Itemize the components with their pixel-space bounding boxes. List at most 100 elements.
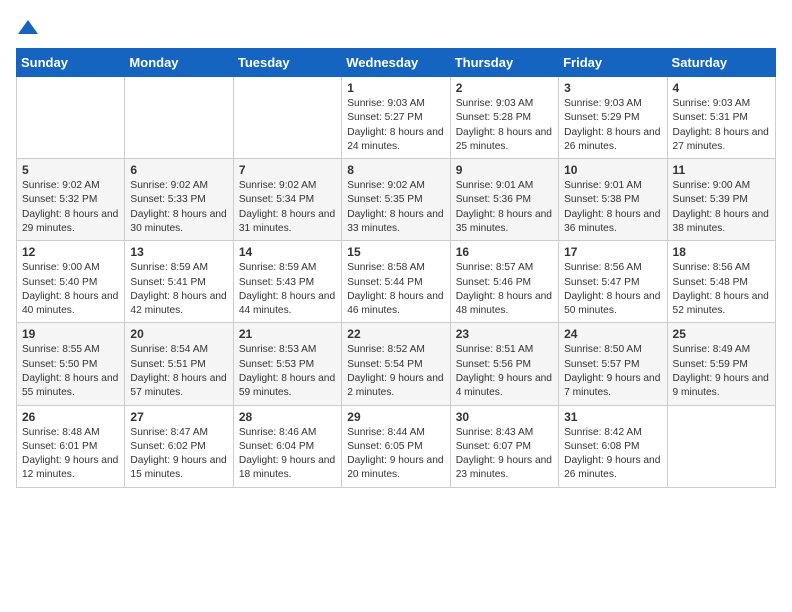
calendar-cell: 7 Sunrise: 9:02 AM Sunset: 5:34 PM Daylig… (233, 159, 341, 241)
calendar-cell (667, 405, 775, 487)
calendar-header-row: SundayMondayTuesdayWednesdayThursdayFrid… (17, 49, 776, 77)
cell-content: Sunrise: 9:03 AM Sunset: 5:31 PM Dayligh… (673, 97, 770, 154)
cell-content: Sunrise: 8:58 AM Sunset: 5:44 PM Dayligh… (347, 261, 444, 318)
day-number: 29 (347, 410, 444, 424)
calendar-cell: 13 Sunrise: 8:59 AM Sunset: 5:41 PM Dayli… (125, 241, 233, 323)
day-number: 20 (130, 327, 227, 341)
calendar-cell: 21Sunrise: 8:53 AM Sunset: 5:53 PM Dayli… (233, 323, 341, 405)
calendar-cell: 24 Sunrise: 8:50 AM Sunset: 5:57 PM Dayli… (559, 323, 667, 405)
calendar-cell: 23 Sunrise: 8:51 AM Sunset: 5:56 PM Dayli… (450, 323, 558, 405)
calendar-cell (17, 77, 125, 159)
day-number: 5 (22, 163, 119, 177)
calendar-cell: 11 Sunrise: 9:00 AM Sunset: 5:39 PM Dayli… (667, 159, 775, 241)
calendar-cell: 10 Sunrise: 9:01 AM Sunset: 5:38 PM Dayli… (559, 159, 667, 241)
calendar-cell: 30Sunrise: 8:43 AM Sunset: 6:07 PM Dayli… (450, 405, 558, 487)
calendar-cell: 29 Sunrise: 8:44 AM Sunset: 6:05 PM Dayli… (342, 405, 450, 487)
day-number: 15 (347, 245, 444, 259)
day-number: 31 (564, 410, 661, 424)
calendar-cell: 1 Sunrise: 9:03 AM Sunset: 5:27 PM Daylig… (342, 77, 450, 159)
day-header-saturday: Saturday (667, 49, 775, 77)
calendar-cell: 15 Sunrise: 8:58 AM Sunset: 5:44 PM Dayli… (342, 241, 450, 323)
cell-content: Sunrise: 8:56 AM Sunset: 5:48 PM Dayligh… (673, 261, 770, 318)
cell-content: Sunrise: 9:03 AM Sunset: 5:27 PM Dayligh… (347, 97, 444, 154)
calendar-cell: 5 Sunrise: 9:02 AM Sunset: 5:32 PM Daylig… (17, 159, 125, 241)
cell-content: Sunrise: 9:01 AM Sunset: 5:36 PM Dayligh… (456, 179, 553, 236)
cell-content: Sunrise: 8:49 AM Sunset: 5:59 PM Dayligh… (673, 343, 770, 400)
cell-content: Sunrise: 9:02 AM Sunset: 5:35 PM Dayligh… (347, 179, 444, 236)
calendar-week-row: 12 Sunrise: 9:00 AM Sunset: 5:40 PM Dayli… (17, 241, 776, 323)
calendar-cell: 27Sunrise: 8:47 AM Sunset: 6:02 PM Dayli… (125, 405, 233, 487)
calendar-cell: 2Sunrise: 9:03 AM Sunset: 5:28 PM Daylig… (450, 77, 558, 159)
day-number: 9 (456, 163, 553, 177)
day-number: 14 (239, 245, 336, 259)
calendar-cell: 18 Sunrise: 8:56 AM Sunset: 5:48 PM Dayli… (667, 241, 775, 323)
day-number: 21 (239, 327, 336, 341)
calendar-cell: 26 Sunrise: 8:48 AM Sunset: 6:01 PM Dayli… (17, 405, 125, 487)
calendar-cell: 14 Sunrise: 8:59 AM Sunset: 5:43 PM Dayli… (233, 241, 341, 323)
day-header-sunday: Sunday (17, 49, 125, 77)
cell-content: Sunrise: 9:02 AM Sunset: 5:34 PM Dayligh… (239, 179, 336, 236)
cell-content: Sunrise: 9:00 AM Sunset: 5:39 PM Dayligh… (673, 179, 770, 236)
calendar-week-row: 26 Sunrise: 8:48 AM Sunset: 6:01 PM Dayli… (17, 405, 776, 487)
calendar-week-row: 5 Sunrise: 9:02 AM Sunset: 5:32 PM Daylig… (17, 159, 776, 241)
calendar-cell: 16 Sunrise: 8:57 AM Sunset: 5:46 PM Dayli… (450, 241, 558, 323)
day-number: 24 (564, 327, 661, 341)
cell-content: Sunrise: 9:01 AM Sunset: 5:38 PM Dayligh… (564, 179, 661, 236)
day-header-thursday: Thursday (450, 49, 558, 77)
day-number: 17 (564, 245, 661, 259)
calendar-table: SundayMondayTuesdayWednesdayThursdayFrid… (16, 48, 776, 488)
day-header-tuesday: Tuesday (233, 49, 341, 77)
cell-content: Sunrise: 8:59 AM Sunset: 5:43 PM Dayligh… (239, 261, 336, 318)
day-number: 4 (673, 81, 770, 95)
cell-content: Sunrise: 8:48 AM Sunset: 6:01 PM Dayligh… (22, 426, 119, 483)
cell-content: Sunrise: 8:47 AM Sunset: 6:02 PM Dayligh… (130, 426, 227, 483)
cell-content: Sunrise: 8:56 AM Sunset: 5:47 PM Dayligh… (564, 261, 661, 318)
cell-content: Sunrise: 8:44 AM Sunset: 6:05 PM Dayligh… (347, 426, 444, 483)
day-number: 25 (673, 327, 770, 341)
cell-content: Sunrise: 8:46 AM Sunset: 6:04 PM Dayligh… (239, 426, 336, 483)
cell-content: Sunrise: 8:50 AM Sunset: 5:57 PM Dayligh… (564, 343, 661, 400)
day-header-wednesday: Wednesday (342, 49, 450, 77)
cell-content: Sunrise: 8:42 AM Sunset: 6:08 PM Dayligh… (564, 426, 661, 483)
cell-content: Sunrise: 8:57 AM Sunset: 5:46 PM Dayligh… (456, 261, 553, 318)
logo (16, 16, 44, 40)
day-number: 1 (347, 81, 444, 95)
calendar-cell: 20 Sunrise: 8:54 AM Sunset: 5:51 PM Dayli… (125, 323, 233, 405)
calendar-cell: 19Sunrise: 8:55 AM Sunset: 5:50 PM Dayli… (17, 323, 125, 405)
calendar-cell (125, 77, 233, 159)
cell-content: Sunrise: 8:52 AM Sunset: 5:54 PM Dayligh… (347, 343, 444, 400)
calendar-cell: 3Sunrise: 9:03 AM Sunset: 5:29 PM Daylig… (559, 77, 667, 159)
calendar-week-row: 19Sunrise: 8:55 AM Sunset: 5:50 PM Dayli… (17, 323, 776, 405)
day-number: 7 (239, 163, 336, 177)
calendar-cell: 22 Sunrise: 8:52 AM Sunset: 5:54 PM Dayli… (342, 323, 450, 405)
calendar-week-row: 1 Sunrise: 9:03 AM Sunset: 5:27 PM Daylig… (17, 77, 776, 159)
day-number: 12 (22, 245, 119, 259)
day-number: 10 (564, 163, 661, 177)
calendar-cell: 6Sunrise: 9:02 AM Sunset: 5:33 PM Daylig… (125, 159, 233, 241)
calendar-cell: 8Sunrise: 9:02 AM Sunset: 5:35 PM Daylig… (342, 159, 450, 241)
day-number: 22 (347, 327, 444, 341)
cell-content: Sunrise: 9:02 AM Sunset: 5:32 PM Dayligh… (22, 179, 119, 236)
day-number: 28 (239, 410, 336, 424)
day-number: 18 (673, 245, 770, 259)
day-number: 3 (564, 81, 661, 95)
day-number: 23 (456, 327, 553, 341)
day-number: 30 (456, 410, 553, 424)
calendar-cell: 31 Sunrise: 8:42 AM Sunset: 6:08 PM Dayli… (559, 405, 667, 487)
calendar-cell: 4 Sunrise: 9:03 AM Sunset: 5:31 PM Daylig… (667, 77, 775, 159)
day-number: 19 (22, 327, 119, 341)
cell-content: Sunrise: 8:51 AM Sunset: 5:56 PM Dayligh… (456, 343, 553, 400)
calendar-cell: 12 Sunrise: 9:00 AM Sunset: 5:40 PM Dayli… (17, 241, 125, 323)
day-number: 6 (130, 163, 227, 177)
day-number: 16 (456, 245, 553, 259)
cell-content: Sunrise: 8:54 AM Sunset: 5:51 PM Dayligh… (130, 343, 227, 400)
day-header-monday: Monday (125, 49, 233, 77)
day-number: 13 (130, 245, 227, 259)
day-header-friday: Friday (559, 49, 667, 77)
day-number: 26 (22, 410, 119, 424)
cell-content: Sunrise: 8:59 AM Sunset: 5:41 PM Dayligh… (130, 261, 227, 318)
cell-content: Sunrise: 9:00 AM Sunset: 5:40 PM Dayligh… (22, 261, 119, 318)
calendar-cell: 17 Sunrise: 8:56 AM Sunset: 5:47 PM Dayli… (559, 241, 667, 323)
day-number: 11 (673, 163, 770, 177)
calendar-cell: 28 Sunrise: 8:46 AM Sunset: 6:04 PM Dayli… (233, 405, 341, 487)
